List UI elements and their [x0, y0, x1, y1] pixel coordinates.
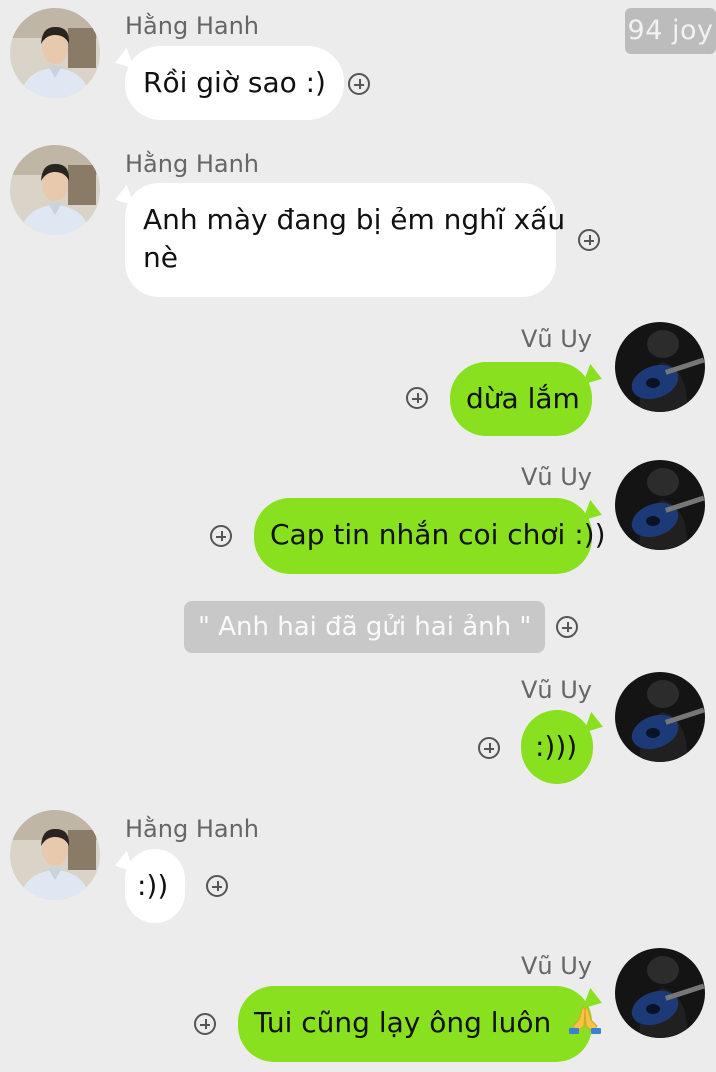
message-text-line: Anh mày đang bị ẻm nghĩ xấu [143, 203, 566, 236]
avatar[interactable] [10, 145, 100, 235]
add-reaction-icon[interactable] [348, 73, 370, 95]
avatar-image [615, 460, 705, 550]
add-reaction-icon[interactable] [556, 616, 578, 638]
avatar-image [10, 8, 100, 98]
add-reaction-icon[interactable] [578, 229, 600, 251]
sender-name: Vũ Uy [520, 952, 592, 980]
message-bubble[interactable]: Cap tin nhắn coi chơi :)) [254, 498, 606, 574]
add-reaction-icon[interactable] [478, 737, 500, 759]
message-bubble[interactable]: Anh mày đang bị ẻm nghĩ xấu nè [125, 183, 566, 297]
avatar[interactable] [615, 672, 705, 762]
avatar[interactable] [10, 810, 100, 900]
message-text-line: nè [143, 241, 178, 274]
sender-name: Hằng Hanh [125, 815, 260, 843]
sender-name: Vũ Uy [520, 463, 592, 491]
system-notice: " Anh hai đã gửi hai ảnh " [184, 601, 546, 653]
message-text: :)) [137, 869, 169, 902]
message-bubble[interactable]: :))) [521, 710, 593, 784]
avatar-image [615, 672, 705, 762]
sender-name: Vũ Uy [520, 676, 592, 704]
message-text: dừa lắm [466, 382, 580, 415]
avatar-image [10, 810, 100, 900]
sender-name: Hằng Hanh [125, 150, 260, 178]
message-text: Cap tin nhắn coi chơi :)) [270, 518, 606, 551]
add-reaction-icon[interactable] [406, 387, 428, 409]
avatar-image [615, 322, 705, 412]
message-text: :))) [535, 730, 578, 763]
avatar-image [615, 948, 705, 1038]
message-bubble[interactable]: :)) [125, 849, 185, 923]
watermark: 94 joy [625, 8, 716, 54]
add-reaction-icon[interactable] [194, 1013, 216, 1035]
avatar[interactable] [615, 322, 705, 412]
avatar-image [10, 145, 100, 235]
avatar[interactable] [10, 8, 100, 98]
sender-name: Hằng Hanh [125, 12, 260, 40]
message-bubble[interactable]: Tui cũng lạy ông luôn [238, 986, 602, 1062]
message-text: Rồi giờ sao :) [143, 66, 326, 99]
add-reaction-icon[interactable] [210, 525, 232, 547]
avatar[interactable] [615, 948, 705, 1038]
message-bubble[interactable]: dừa lắm [450, 362, 592, 436]
add-reaction-icon[interactable] [206, 875, 228, 897]
folded-hands-icon [568, 1004, 602, 1044]
message-bubble[interactable]: Rồi giờ sao :) [125, 46, 344, 120]
avatar[interactable] [615, 460, 705, 550]
sender-name: Vũ Uy [520, 325, 592, 353]
message-text: Tui cũng lạy ông luôn [254, 1006, 552, 1039]
